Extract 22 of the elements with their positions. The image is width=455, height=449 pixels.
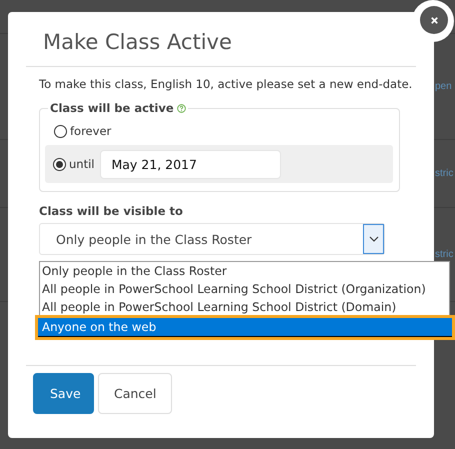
- dialog-title: Make Class Active: [42, 29, 233, 56]
- radio-button[interactable]: [53, 158, 66, 170]
- radio-label: forever: [70, 124, 112, 138]
- dropdown-option[interactable]: All people in PowerSchool Learning School District (Organization): [40, 280, 449, 298]
- save-button[interactable]: Save: [33, 373, 94, 414]
- close-icon: [430, 16, 438, 24]
- cancel-button[interactable]: Cancel: [98, 373, 172, 414]
- dropdown-option[interactable]: Anyone on the web: [38, 318, 452, 337]
- intro-text: To make this class, English 10, active please set a new end-date.: [39, 77, 414, 91]
- date-field[interactable]: May 21, 2017: [100, 150, 282, 178]
- legend-label: Class will be active: [50, 101, 174, 115]
- radio-button[interactable]: [54, 124, 67, 138]
- chevron-down-icon: [368, 236, 378, 242]
- radio-label: until: [69, 157, 94, 171]
- dropdown-option[interactable]: Only people in the Class Roster: [40, 262, 449, 280]
- help-icon[interactable]: [176, 104, 186, 112]
- dropdown-option[interactable]: All people in PowerSchool Learning School District (Domain): [40, 298, 449, 316]
- table-cell: pen: [435, 81, 452, 92]
- table-cell: stric: [435, 168, 454, 179]
- table-cell: stric: [435, 249, 454, 260]
- visibility-dropdown[interactable]: Only people in the Class Roster: [39, 223, 385, 255]
- field-label: Class will be visible to: [39, 204, 184, 218]
